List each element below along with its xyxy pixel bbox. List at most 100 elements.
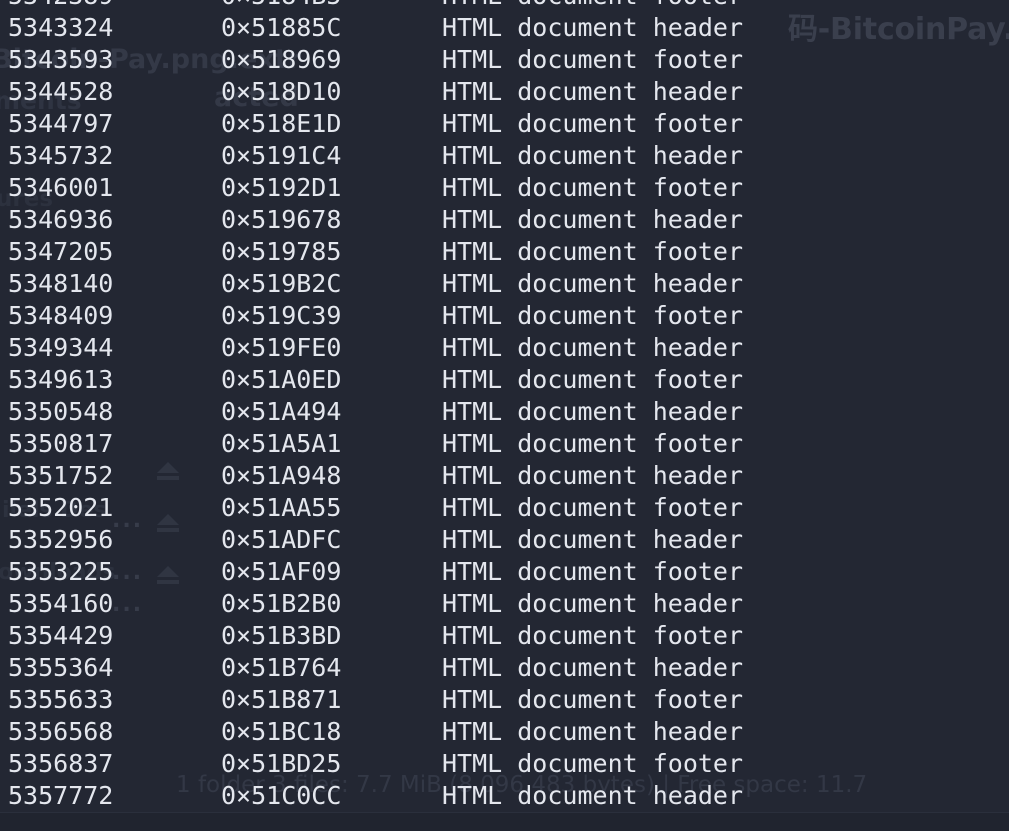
cell-description: HTML document header: [442, 77, 744, 106]
cell-hex-address: 0×51A494: [221, 397, 342, 426]
cell-description: HTML document header: [442, 589, 744, 618]
cell-description: HTML document footer: [442, 301, 744, 330]
cell-description: HTML document header: [442, 141, 744, 170]
cell-decimal-offset: 5354160: [8, 589, 114, 618]
cell-description: HTML document header: [442, 205, 744, 234]
cell-decimal-offset: 5351752: [8, 461, 114, 490]
cell-decimal-offset: 5350548: [8, 397, 114, 426]
cell-description: HTML document footer: [442, 429, 744, 458]
table-row[interactable]: 5344797 0×518E1D HTML document footer: [0, 108, 1009, 140]
cell-description: HTML document header: [442, 269, 744, 298]
cell-decimal-offset: 5357772: [8, 781, 114, 810]
cell-hex-address: 0×51A5A1: [221, 429, 342, 458]
cell-hex-address: 0×51B871: [221, 685, 342, 714]
cell-decimal-offset: 5344528: [8, 77, 114, 106]
scan-results-listing[interactable]: 53423890×5184B5HTML document footer53433…: [0, 0, 1009, 812]
cell-description: HTML document footer: [442, 493, 744, 522]
bottom-status-bar: [0, 813, 1009, 831]
cell-description: HTML document header: [442, 525, 744, 554]
table-row[interactable]: 5349344 0×519FE0 HTML document header: [0, 332, 1009, 364]
table-row[interactable]: 5356837 0×51BD25 HTML document footer: [0, 748, 1009, 780]
table-row[interactable]: 5355364 0×51B764 HTML document header: [0, 652, 1009, 684]
cell-decimal-offset: 5356837: [8, 749, 114, 778]
table-row[interactable]: 5354429 0×51B3BD HTML document footer: [0, 620, 1009, 652]
table-row[interactable]: 5349613 0×51A0ED HTML document footer: [0, 364, 1009, 396]
cell-hex-address: 0×51AA55: [221, 493, 342, 522]
table-row[interactable]: 5348409 0×519C39 HTML document footer: [0, 300, 1009, 332]
cell-description: HTML document footer: [442, 557, 744, 586]
cell-hex-address: 0×519678: [221, 205, 342, 234]
cell-description: HTML document header: [442, 333, 744, 362]
cell-decimal-offset: 5348140: [8, 269, 114, 298]
cell-hex-address: 0×51B3BD: [221, 621, 342, 650]
cell-hex-address: 0×51A0ED: [221, 365, 342, 394]
cell-description: HTML document footer: [442, 749, 744, 778]
cell-hex-address: 0×519FE0: [221, 333, 342, 362]
cell-decimal-offset: 5352021: [8, 493, 114, 522]
table-row[interactable]: 5348140 0×519B2C HTML document header: [0, 268, 1009, 300]
cell-hex-address: 0×518E1D: [221, 109, 342, 138]
table-row[interactable]: 5347205 0×519785 HTML document footer: [0, 236, 1009, 268]
cell-decimal-offset: 5343324: [8, 13, 114, 42]
table-row[interactable]: 5351752 0×51A948 HTML document header: [0, 460, 1009, 492]
table-row[interactable]: 5344528 0×518D10 HTML document header: [0, 76, 1009, 108]
cell-description: HTML document header: [442, 717, 744, 746]
cell-description: HTML document footer: [442, 685, 744, 714]
cell-decimal-offset: 5355364: [8, 653, 114, 682]
cell-decimal-offset: 5355633: [8, 685, 114, 714]
cell-description: HTML document header: [442, 13, 744, 42]
table-row[interactable]: 5345732 0×5191C4 HTML document header: [0, 140, 1009, 172]
table-row[interactable]: 5343324 0×51885C HTML document header: [0, 12, 1009, 44]
cell-description: HTML document header: [442, 397, 744, 426]
table-row[interactable]: 5342389 0×5184B5 HTML document footer: [0, 0, 1009, 12]
cell-hex-address: 0×5192D1: [221, 173, 342, 202]
cell-hex-address: 0×519B2C: [221, 269, 342, 298]
cell-decimal-offset: 5347205: [8, 237, 114, 266]
cell-decimal-offset: 5348409: [8, 301, 114, 330]
cell-hex-address: 0×5191C4: [221, 141, 342, 170]
cell-description: HTML document footer: [442, 109, 744, 138]
cell-decimal-offset: 5345732: [8, 141, 114, 170]
cell-description: HTML document footer: [442, 237, 744, 266]
cell-description: HTML document footer: [442, 45, 744, 74]
table-row[interactable]: 5352021 0×51AA55 HTML document footer: [0, 492, 1009, 524]
cell-hex-address: 0×519785: [221, 237, 342, 266]
cell-decimal-offset: 5353225: [8, 557, 114, 586]
cell-decimal-offset: 5350817: [8, 429, 114, 458]
cell-hex-address: 0×519C39: [221, 301, 342, 330]
cell-hex-address: 0×5184B5: [221, 0, 341, 12]
cell-decimal-offset: 5346936: [8, 205, 114, 234]
cell-hex-address: 0×51BC18: [221, 717, 342, 746]
table-row[interactable]: 5343593 0×518969 HTML document footer: [0, 44, 1009, 76]
cell-hex-address: 0×51B2B0: [221, 589, 342, 618]
table-row[interactable]: 5357772 0×51C0CC HTML document header: [0, 780, 1009, 812]
cell-hex-address: 0×518D10: [221, 77, 342, 106]
cell-description: HTML document footer: [442, 365, 744, 394]
cell-hex-address: 0×51ADFC: [221, 525, 342, 554]
cell-hex-address: 0×51BD25: [221, 749, 342, 778]
cell-decimal-offset: 5343593: [8, 45, 114, 74]
table-row[interactable]: 5346936 0×519678 HTML document header: [0, 204, 1009, 236]
cell-description: HTML document header: [442, 653, 744, 682]
cell-hex-address: 0×51B764: [221, 653, 342, 682]
cell-hex-address: 0×51AF09: [221, 557, 342, 586]
table-row[interactable]: 5352956 0×51ADFC HTML document header: [0, 524, 1009, 556]
cell-description: HTML document footer: [442, 0, 743, 12]
cell-hex-address: 0×518969: [221, 45, 342, 74]
table-row[interactable]: 5350817 0×51A5A1 HTML document footer: [0, 428, 1009, 460]
cell-decimal-offset: 5344797: [8, 109, 114, 138]
cell-decimal-offset: 5342389: [8, 0, 113, 12]
table-row[interactable]: 5350548 0×51A494 HTML document header: [0, 396, 1009, 428]
table-row[interactable]: 5353225 0×51AF09 HTML document footer: [0, 556, 1009, 588]
cell-description: HTML document header: [442, 461, 744, 490]
cell-description: HTML document footer: [442, 621, 744, 650]
table-row[interactable]: 5354160 0×51B2B0 HTML document header: [0, 588, 1009, 620]
cell-decimal-offset: 5349613: [8, 365, 114, 394]
cell-hex-address: 0×51885C: [221, 13, 342, 42]
cell-decimal-offset: 5349344: [8, 333, 114, 362]
table-row[interactable]: 5356568 0×51BC18 HTML document header: [0, 716, 1009, 748]
table-row[interactable]: 5346001 0×5192D1 HTML document footer: [0, 172, 1009, 204]
table-row[interactable]: 5355633 0×51B871 HTML document footer: [0, 684, 1009, 716]
cell-decimal-offset: 5346001: [8, 173, 114, 202]
cell-description: HTML document header: [442, 781, 744, 810]
